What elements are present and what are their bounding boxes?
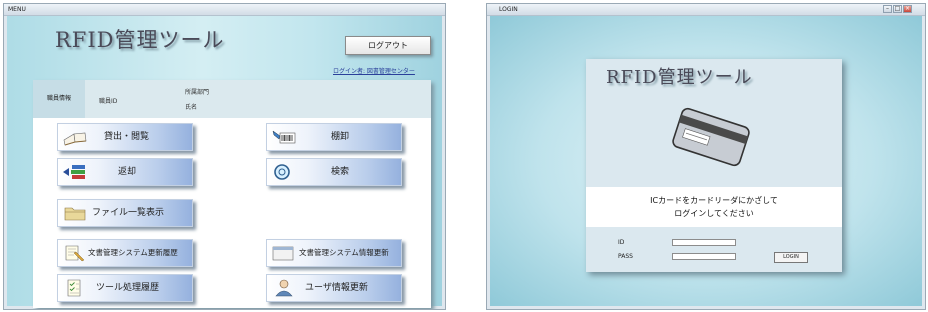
name-label: 氏名	[185, 104, 198, 111]
login-client-area: RFID管理ツール ICカードをカードリーダにかざして ログインしてください I…	[490, 16, 922, 306]
barcode-icon	[272, 130, 296, 144]
user-info-update-label: ユーザ情報更新	[305, 283, 368, 293]
login-window-title: LOGIN	[499, 6, 518, 13]
ic-card-icon	[672, 107, 750, 167]
staff-info-label: 職員情報	[33, 80, 85, 118]
book-icon	[63, 132, 87, 146]
window-icon	[272, 246, 294, 261]
menu-window-title: MENU	[8, 6, 26, 13]
doc-update-history-label: 文書管理システム更新履歴	[88, 248, 178, 257]
search-icon	[274, 164, 290, 180]
menu-titlebar: MENU	[4, 4, 445, 16]
lend-browse-label: 貸出・閲覧	[104, 132, 150, 142]
document-icon	[65, 245, 85, 262]
tool-history-button[interactable]: ツール処理履歴	[57, 274, 193, 302]
login-user-link[interactable]: ログイン者: 図書管理センター	[333, 66, 415, 75]
pass-label: PASS	[618, 253, 633, 260]
id-field[interactable]	[672, 239, 736, 246]
doc-info-update-button[interactable]: 文書管理システム情報更新	[266, 239, 402, 267]
maximize-icon[interactable]: □	[893, 5, 902, 13]
user-info-update-button[interactable]: ユーザ情報更新	[266, 274, 402, 302]
minimize-icon[interactable]: –	[883, 5, 892, 13]
search-button[interactable]: 検索	[266, 158, 402, 186]
return-button[interactable]: 返却	[57, 158, 193, 186]
login-message-line2: ログインしてください	[674, 209, 754, 218]
tool-history-label: ツール処理履歴	[96, 283, 160, 293]
logout-button[interactable]: ログアウト	[345, 36, 431, 55]
login-button[interactable]: LOGIN	[774, 252, 808, 263]
pass-field[interactable]	[672, 253, 736, 260]
lend-browse-button[interactable]: 貸出・閲覧	[57, 123, 193, 151]
staff-id-label: 職員ID	[99, 98, 118, 105]
books-icon	[63, 165, 85, 179]
login-message-area: ICカードをカードリーダにかざして ログインしてください	[586, 187, 842, 227]
login-window: LOGIN – □ × RFID管理ツール ICカードをカードリーダにかざして …	[486, 3, 926, 310]
staff-info-bar: 職員情報 職員ID 所属部門 氏名	[33, 80, 431, 118]
login-titlebar: LOGIN – □ ×	[487, 4, 925, 16]
file-list-label: ファイル一覧表示	[92, 208, 165, 218]
login-app-title: RFID管理ツール	[606, 67, 753, 88]
checklist-icon	[67, 279, 81, 297]
doc-info-update-label: 文書管理システム情報更新	[299, 248, 389, 257]
menu-window: MENU RFID管理ツール ログアウト ログイン者: 図書管理センター 職員情…	[3, 3, 446, 310]
doc-update-history-button[interactable]: 文書管理システム更新履歴	[57, 239, 193, 267]
user-icon	[275, 279, 293, 297]
window-controls: – □ ×	[883, 5, 923, 13]
menu-app-title: RFID管理ツール	[55, 28, 225, 52]
search-label: 検索	[331, 167, 350, 177]
return-label: 返却	[118, 167, 137, 177]
folder-icon	[64, 207, 86, 221]
menu-panel: 職員情報 職員ID 所属部門 氏名 貸出・閲覧 棚卸 返却 検索 ファイル一覧表…	[33, 80, 431, 308]
id-label: ID	[618, 239, 625, 246]
close-icon[interactable]: ×	[903, 5, 912, 13]
login-message-line1: ICカードをカードリーダにかざして	[650, 196, 778, 205]
login-panel: RFID管理ツール ICカードをカードリーダにかざして ログインしてください I…	[586, 59, 842, 272]
inventory-label: 棚卸	[331, 132, 350, 142]
inventory-button[interactable]: 棚卸	[266, 123, 402, 151]
menu-client-area: RFID管理ツール ログアウト ログイン者: 図書管理センター 職員情報 職員I…	[7, 16, 442, 308]
file-list-button[interactable]: ファイル一覧表示	[57, 199, 193, 227]
department-label: 所属部門	[185, 89, 210, 96]
